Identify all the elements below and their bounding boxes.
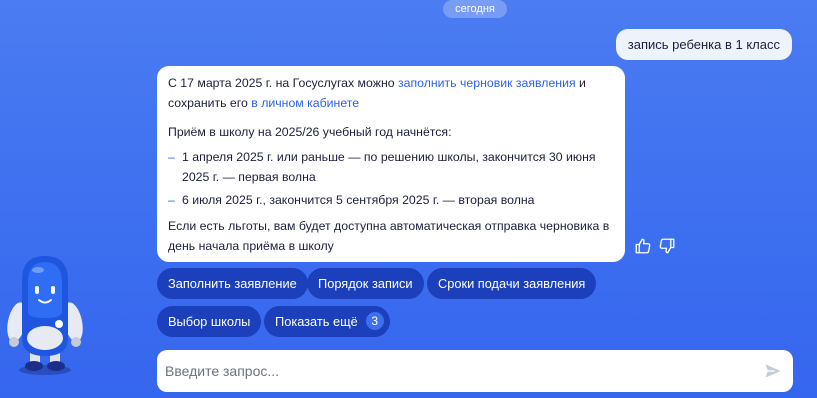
bullet-marker: – bbox=[168, 193, 175, 207]
show-more-button[interactable]: Показать ещё 3 bbox=[264, 306, 390, 337]
date-separator: сегодня bbox=[443, 0, 507, 18]
quick-reply-fill-application[interactable]: Заполнить заявление bbox=[157, 268, 308, 299]
quick-reply-enrollment-procedure[interactable]: Порядок записи bbox=[307, 268, 424, 299]
list-item: – 1 апреля 2025 г. или раньше — по решен… bbox=[168, 147, 614, 187]
personal-account-link[interactable]: в личном кабинете bbox=[251, 96, 359, 110]
bot-heading: Приём в школу на 2025/26 учебный год нач… bbox=[168, 125, 452, 139]
quick-reply-submission-deadlines[interactable]: Сроки подачи заявления bbox=[427, 268, 597, 299]
bot-footer: Если есть льготы, вам будет доступна авт… bbox=[168, 219, 610, 253]
bot-message-bubble: С 17 марта 2025 г. на Госуслугах можно з… bbox=[157, 66, 625, 262]
send-icon[interactable] bbox=[763, 361, 783, 381]
list-item-text: 6 июля 2025 г., закончится 5 сентября 20… bbox=[182, 193, 535, 207]
thumbs-up-icon[interactable] bbox=[634, 237, 652, 255]
user-message-bubble: запись ребенка в 1 класс bbox=[615, 29, 792, 60]
composer bbox=[157, 350, 793, 392]
query-input[interactable] bbox=[165, 350, 745, 392]
thumbs-down-icon[interactable] bbox=[658, 237, 676, 255]
bot-bullet-list: – 1 апреля 2025 г. или раньше — по решен… bbox=[168, 147, 614, 210]
feedback-controls bbox=[634, 237, 676, 255]
show-more-label: Показать ещё bbox=[275, 314, 358, 329]
more-count-badge: 3 bbox=[365, 312, 384, 330]
list-item-text: 1 апреля 2025 г. или раньше — по решению… bbox=[182, 150, 596, 184]
fill-draft-link[interactable]: заполнить черновик заявления bbox=[398, 76, 576, 90]
quick-reply-school-choice[interactable]: Выбор школы bbox=[157, 306, 262, 337]
bot-intro: С 17 марта 2025 г. на Госуслугах можно з… bbox=[168, 73, 614, 113]
list-item: – 6 июля 2025 г., закончится 5 сентября … bbox=[168, 190, 614, 210]
bot-intro-text-1: С 17 марта 2025 г. на Госуслугах можно bbox=[168, 76, 398, 90]
robot-mascot-icon bbox=[6, 252, 84, 376]
bullet-marker: – bbox=[168, 150, 175, 164]
